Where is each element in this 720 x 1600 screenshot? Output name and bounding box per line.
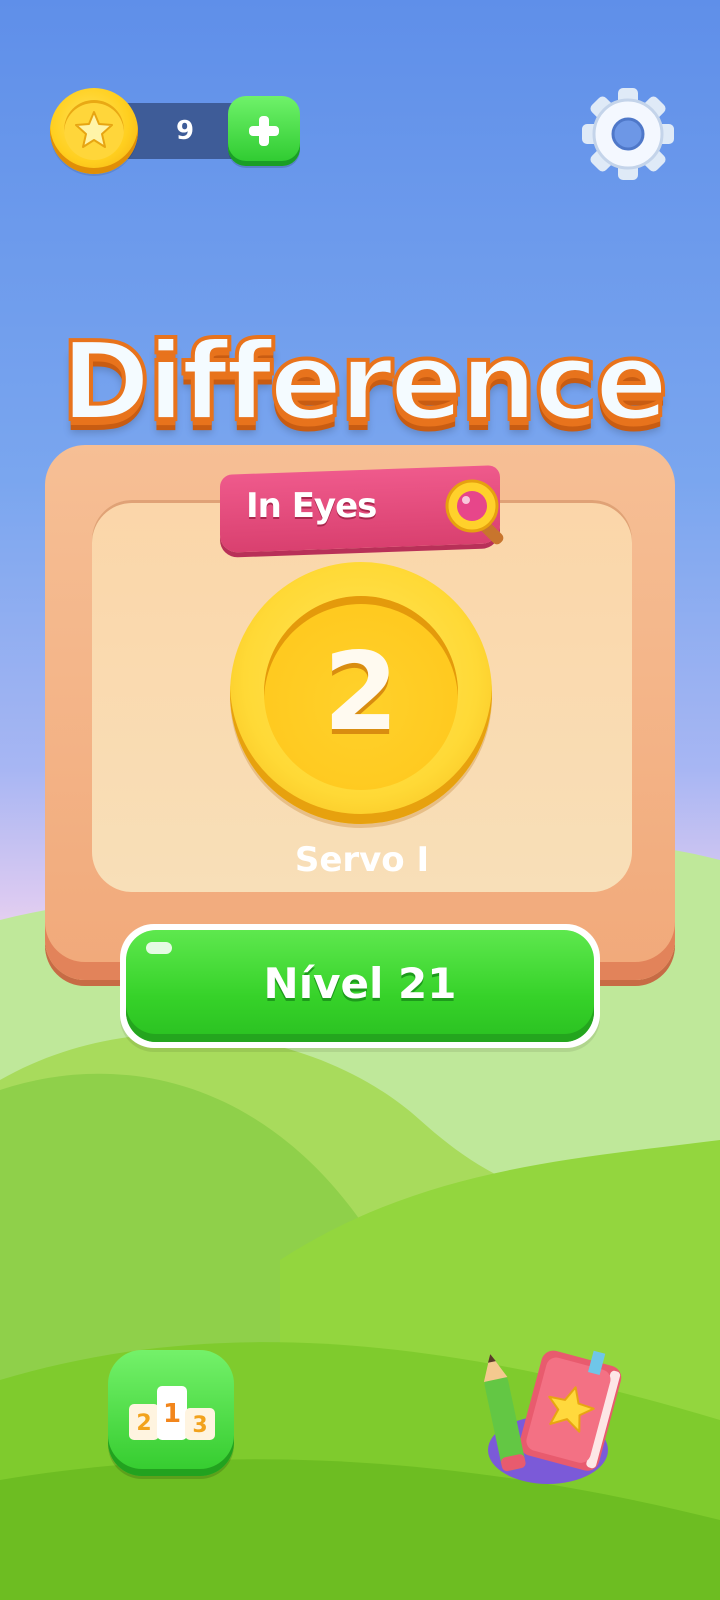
title-main: Difference: [59, 318, 671, 447]
title-subtitle: In Eyes: [246, 486, 377, 526]
podium-icon: 2 1 3: [129, 1386, 215, 1440]
rank-number: 2: [323, 630, 399, 755]
plus-icon: [249, 116, 279, 146]
gear-icon: [582, 88, 674, 180]
add-coins-button[interactable]: [228, 96, 300, 166]
podium-place-2: 2: [136, 1411, 151, 1436]
rank-name: Servo I: [294, 840, 430, 880]
podium-place-3: 3: [192, 1413, 207, 1438]
coin-counter: 9: [50, 88, 300, 174]
level-button-label: Nível 21: [263, 959, 457, 1008]
settings-button[interactable]: [580, 86, 676, 182]
journal-pencil-icon: [483, 1350, 622, 1484]
journal-button[interactable]: [478, 1338, 628, 1488]
coin-count: 9: [175, 116, 195, 146]
play-level-button[interactable]: Nível 21: [120, 924, 600, 1048]
leaderboard-button[interactable]: 2 1 3: [108, 1350, 234, 1476]
podium-place-1: 1: [163, 1399, 181, 1429]
star-coin-icon: [50, 88, 138, 174]
magnifier-icon: [442, 476, 514, 548]
game-title: Difference: [38, 318, 688, 470]
